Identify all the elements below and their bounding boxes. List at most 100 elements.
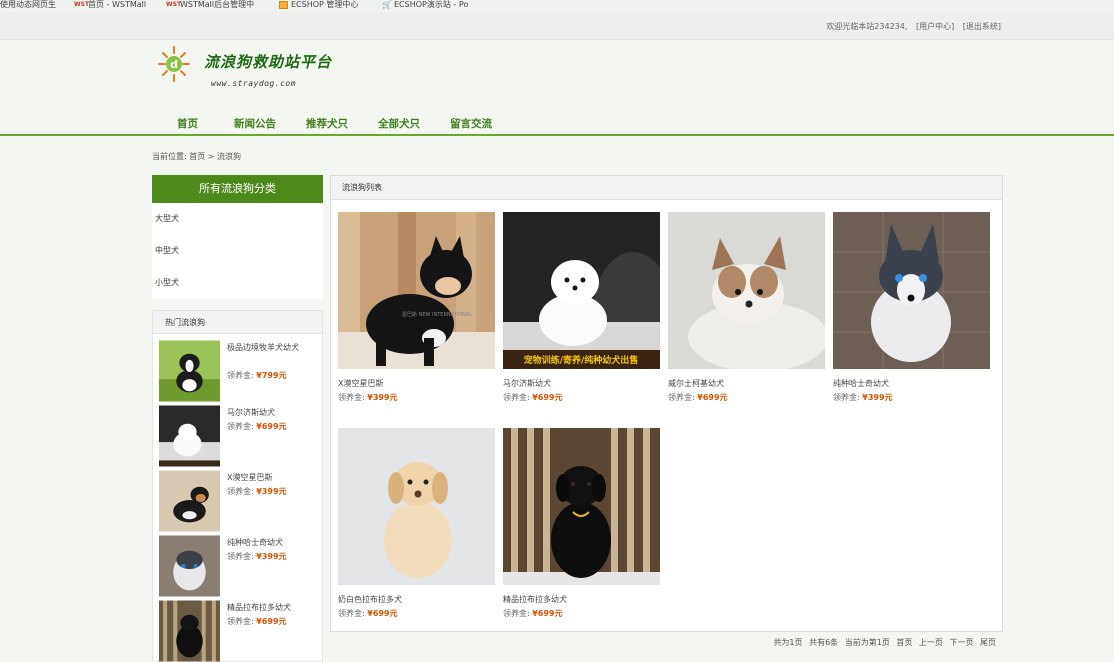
box-icon	[279, 0, 288, 9]
dog-name[interactable]: 马尔济斯幼犬	[503, 378, 551, 389]
bookmark-item[interactable]: 🛒 ECSHOP演示站 - Po	[382, 0, 468, 10]
dog-list-title: 流浪狗列表	[331, 176, 1002, 200]
welcome-area: 欢迎光临本站234234, [用户中心] [退出系统]	[820, 21, 1001, 32]
pagination: 共为1页 共有6条 当前为第1页 首页 上一页 下一页 尾页	[769, 637, 996, 648]
price-label: 领养金:	[338, 609, 365, 618]
price-label: 领养金:	[833, 393, 860, 402]
dog-photo[interactable]	[503, 428, 660, 585]
hot-dog-name[interactable]: 马尔济斯幼犬	[227, 407, 307, 419]
hot-dog-item[interactable]: 马尔济斯幼犬 领养金: ¥699元	[159, 405, 319, 467]
total-pages: 共为1页	[773, 638, 803, 647]
price-value: ¥699元	[367, 609, 398, 618]
nav-all-dogs[interactable]: 全部犬只	[378, 116, 420, 131]
price-value: ¥399元	[862, 393, 893, 402]
breadcrumb: 当前位置: 首页 > 流浪狗	[152, 152, 242, 161]
price-label: 领养金:	[503, 609, 530, 618]
site-title: 流浪狗救助站平台	[204, 53, 333, 71]
hot-dog-price: 领养金: ¥699元	[227, 616, 287, 627]
next-page-link[interactable]: 下一页	[949, 638, 973, 647]
bookmark-item[interactable]: WST 首页 - WSTMall	[74, 0, 146, 10]
price-label: 领养金:	[227, 371, 254, 380]
price-value: ¥699元	[532, 393, 563, 402]
first-page-link[interactable]: 首页	[896, 638, 912, 647]
last-page-link[interactable]: 尾页	[980, 638, 996, 647]
dog-card[interactable]: 精品拉布拉多幼犬 领养金: ¥699元	[503, 428, 661, 618]
bookmark-item[interactable]: WST WSTMall后台管理中	[166, 0, 254, 10]
user-center-link[interactable]: [用户中心]	[916, 22, 954, 31]
price-label: 领养金:	[227, 422, 254, 431]
hot-dog-name[interactable]: 纯种哈士奇幼犬	[227, 537, 307, 549]
dog-card[interactable]: 宠物训练/寄养/纯种幼犬出售 马尔济斯幼犬 领养金: ¥699元	[503, 212, 661, 402]
category-list: 大型犬 中型犬 小型犬	[152, 203, 323, 299]
dog-name[interactable]: 纯种哈士奇幼犬	[833, 378, 889, 389]
nav-guestbook[interactable]: 留言交流	[450, 116, 492, 131]
price-value: ¥699元	[532, 609, 563, 618]
bookmark-label: ECSHOP 管理中心	[291, 0, 359, 9]
dog-photo[interactable]	[833, 212, 990, 369]
dog-name[interactable]: X漠空星巴斯	[338, 378, 383, 389]
hot-dog-item[interactable]: X漠空星巴斯 领养金: ¥399元	[159, 470, 319, 532]
bookmark-label: ECSHOP演示站 - Po	[394, 0, 469, 9]
dog-price: 领养金: ¥399元	[338, 392, 398, 403]
dog-list-panel: 流浪狗列表 星巴斯 NEW INTERNATIONAL X漠空星巴斯 领养金: …	[330, 175, 1003, 632]
hot-dog-item[interactable]: 精品拉布拉多幼犬 领养金: ¥699元	[159, 600, 319, 662]
dog-price: 领养金: ¥699元	[668, 392, 728, 403]
dog-card[interactable]: 奶白色拉布拉多犬 领养金: ¥699元	[338, 428, 496, 618]
dog-thumbnail[interactable]	[159, 470, 220, 532]
dog-name[interactable]: 精品拉布拉多幼犬	[503, 594, 567, 605]
current-page: 当前为第1页	[844, 638, 890, 647]
price-value: ¥699元	[256, 617, 287, 626]
prev-page-link[interactable]: 上一页	[919, 638, 943, 647]
hot-dog-name[interactable]: 精品拉布拉多幼犬	[227, 602, 307, 614]
hot-dog-price: 领养金: ¥399元	[227, 486, 287, 497]
hot-dog-price: 领养金: ¥399元	[227, 551, 287, 562]
photo-caption: 宠物训练/寄养/纯种幼犬出售	[524, 354, 639, 366]
hot-dog-item[interactable]: 极品边境牧羊犬幼犬 领养金: ¥799元	[159, 340, 319, 402]
hot-dogs-title: 热门流浪狗	[153, 311, 322, 334]
dog-thumbnail[interactable]	[159, 340, 220, 402]
main-nav: 首页 新闻公告 推荐犬只 全部犬只 留言交流	[160, 116, 522, 131]
bookmark-label: 使用动态网页生	[0, 0, 56, 9]
price-label: 领养金:	[227, 552, 254, 561]
dog-card[interactable]: 星巴斯 NEW INTERNATIONAL X漠空星巴斯 领养金: ¥399元	[338, 212, 496, 402]
dog-photo[interactable]: 星巴斯 NEW INTERNATIONAL	[338, 212, 495, 369]
welcome-text: 欢迎光临本站234234,	[826, 22, 908, 31]
price-label: 领养金:	[668, 393, 695, 402]
cart-icon: 🛒	[382, 0, 392, 9]
dog-photo[interactable]: 宠物训练/寄养/纯种幼犬出售	[503, 212, 660, 369]
bookmarks-bar: 使用动态网页生 WST 首页 - WSTMall WST WSTMall后台管理…	[0, 0, 1114, 11]
hot-dog-name[interactable]: 极品边境牧羊犬幼犬	[227, 342, 307, 354]
dog-photo[interactable]	[338, 428, 495, 585]
nav-recommended[interactable]: 推荐犬只	[306, 116, 348, 131]
category-small[interactable]: 小型犬	[152, 267, 323, 299]
top-bar: 欢迎光临本站234234, [用户中心] [退出系统]	[0, 12, 1114, 40]
dog-name[interactable]: 威尔士柯基幼犬	[668, 378, 724, 389]
hot-dog-item[interactable]: 纯种哈士奇幼犬 领养金: ¥399元	[159, 535, 319, 597]
price-label: 领养金:	[338, 393, 365, 402]
hot-dog-name[interactable]: X漠空星巴斯	[227, 472, 307, 484]
dog-photo[interactable]	[668, 212, 825, 369]
bookmark-label: 首页 - WSTMall	[88, 0, 147, 9]
bookmark-item[interactable]: ECSHOP 管理中心	[279, 0, 358, 10]
dog-name[interactable]: 奶白色拉布拉多犬	[338, 594, 402, 605]
dog-card[interactable]: 威尔士柯基幼犬 领养金: ¥699元	[668, 212, 826, 402]
nav-news[interactable]: 新闻公告	[234, 116, 276, 131]
category-large[interactable]: 大型犬	[152, 203, 323, 235]
hot-dog-price: 领养金: ¥699元	[227, 421, 287, 432]
dog-thumbnail[interactable]	[159, 405, 220, 467]
logout-link[interactable]: [退出系统]	[963, 22, 1001, 31]
price-value: ¥399元	[256, 552, 287, 561]
dog-thumbnail[interactable]	[159, 535, 220, 597]
photo-watermark: 星巴斯 NEW INTERNATIONAL	[402, 311, 472, 318]
price-value: ¥699元	[256, 422, 287, 431]
logo-icon: d	[158, 46, 190, 82]
dog-thumbnail[interactable]	[159, 600, 220, 662]
category-medium[interactable]: 中型犬	[152, 235, 323, 267]
hot-dog-price: 领养金: ¥799元	[227, 370, 287, 381]
price-value: ¥699元	[697, 393, 728, 402]
nav-home[interactable]: 首页	[177, 116, 198, 131]
dog-card[interactable]: 纯种哈士奇幼犬 领养金: ¥399元	[833, 212, 991, 402]
bookmark-item[interactable]: 使用动态网页生	[0, 0, 56, 10]
wst-icon: WST	[74, 1, 90, 8]
price-label: 领养金:	[227, 617, 254, 626]
